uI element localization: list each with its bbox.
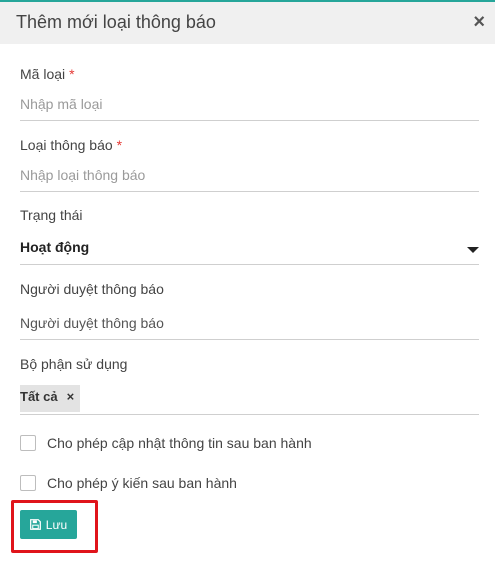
field-nguoi-duyet: Người duyệt thông báo Người duyệt thông …: [20, 281, 479, 340]
required-mark: *: [116, 137, 123, 153]
checkbox-label: Cho phép cập nhật thông tin sau ban hành: [47, 435, 312, 451]
modal-title: Thêm mới loại thông báo: [16, 12, 216, 32]
checkbox-label: Cho phép ý kiến sau ban hành: [47, 475, 237, 491]
bo-phan-label: Bộ phận sử dụng: [20, 356, 128, 372]
loai-thong-bao-label: Loại thông báo: [20, 137, 113, 153]
loai-thong-bao-input[interactable]: Nhập loại thông báo: [20, 167, 479, 192]
save-label: Lưu: [45, 517, 68, 532]
selected-tag: Tất cả ×: [20, 385, 81, 412]
field-ma-loai: Mã loại * Nhập mã loại: [20, 66, 479, 121]
nguoi-duyet-input[interactable]: Người duyệt thông báo: [20, 315, 479, 340]
save-button[interactable]: Lưu: [20, 510, 77, 539]
trang-thai-select[interactable]: Hoạt động: [20, 239, 479, 265]
trang-thai-value: Hoạt động: [20, 239, 90, 255]
add-notification-type-modal: Thêm mới loại thông báo × Mã loại * Nhập …: [0, 0, 495, 570]
field-loai-thong-bao: Loại thông báo * Nhập loại thông báo: [20, 137, 479, 192]
field-bo-phan: Bộ phận sử dụng Tất cả ×: [20, 356, 479, 415]
checkbox[interactable]: [20, 475, 36, 491]
close-icon[interactable]: ×: [473, 11, 485, 33]
nguoi-duyet-label: Người duyệt thông báo: [20, 281, 164, 297]
checkbox-row-comment-after-issue[interactable]: Cho phép ý kiến sau ban hành: [20, 475, 237, 491]
floppy-disk-icon: [29, 519, 41, 530]
remove-tag-icon[interactable]: ×: [67, 387, 75, 407]
modal-header: Thêm mới loại thông báo ×: [0, 2, 495, 44]
trang-thai-label: Trạng thái: [20, 207, 83, 223]
ma-loai-label: Mã loại: [20, 66, 66, 82]
ma-loai-placeholder: Nhập mã loại: [20, 96, 103, 112]
nguoi-duyet-placeholder: Người duyệt thông báo: [20, 315, 164, 331]
tag-label: Tất cả: [20, 389, 58, 404]
caret-down-icon: [467, 247, 479, 253]
loai-thong-bao-placeholder: Nhập loại thông báo: [20, 167, 146, 183]
field-label: Mã loại *: [20, 66, 479, 82]
required-mark: *: [69, 66, 75, 82]
field-label: Loại thông báo *: [20, 137, 479, 153]
ma-loai-input[interactable]: Nhập mã loại: [20, 96, 479, 121]
field-trang-thai: Trạng thái Hoạt động: [20, 207, 479, 265]
checkbox-row-update-after-issue[interactable]: Cho phép cập nhật thông tin sau ban hành: [20, 435, 312, 451]
checkbox[interactable]: [20, 435, 36, 451]
bo-phan-multiselect[interactable]: Tất cả ×: [20, 385, 479, 415]
